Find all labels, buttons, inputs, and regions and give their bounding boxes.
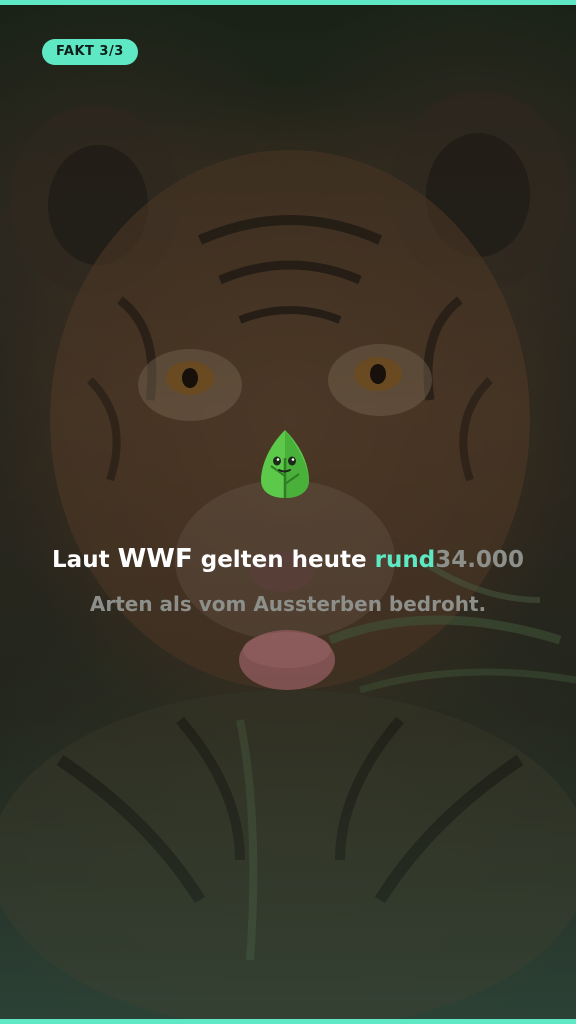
- fact-word-wwf: WWF: [117, 544, 193, 574]
- progress-bar-bottom: [0, 1019, 576, 1024]
- story-slide[interactable]: FAKT 3/3 Laut WWF gelten heute rund34.00…: [0, 0, 576, 1024]
- photo-dim-overlay: [0, 0, 576, 1024]
- fact-word-dim: 34.000: [435, 547, 524, 573]
- progress-bar-top: [0, 0, 576, 5]
- fact-text-line-2: Arten als vom Aussterben bedroht.: [89, 592, 487, 616]
- fact-text-line-1: Laut WWF gelten heute rund34.000: [0, 544, 576, 574]
- fact-word: Laut: [52, 547, 110, 573]
- fact-counter-badge: FAKT 3/3: [42, 39, 138, 65]
- leaf-mascot-icon: [257, 428, 313, 500]
- fact-word-highlight: rund: [374, 547, 436, 573]
- fact-word: gelten heute: [200, 547, 367, 573]
